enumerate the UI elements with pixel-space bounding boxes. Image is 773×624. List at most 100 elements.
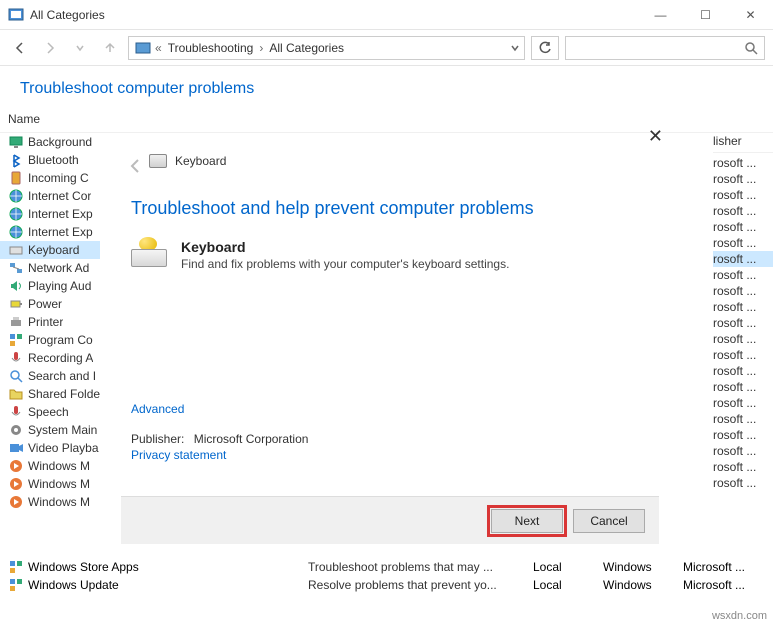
cancel-button[interactable]: Cancel: [573, 509, 645, 533]
recent-dropdown[interactable]: [68, 36, 92, 60]
publisher-cell: rosoft ...: [713, 459, 773, 475]
list-item[interactable]: Search and I: [0, 367, 100, 385]
list-item[interactable]: Power: [0, 295, 100, 313]
publisher-cell: rosoft ...: [713, 171, 773, 187]
column-name[interactable]: Name: [8, 112, 753, 126]
refresh-button[interactable]: [531, 36, 559, 60]
address-bar[interactable]: « Troubleshooting › All Categories: [128, 36, 525, 60]
wizard-heading: Troubleshoot and help prevent computer p…: [121, 168, 659, 239]
item-location: Windows: [603, 560, 683, 574]
list-item-label: Background: [28, 135, 92, 149]
publisher-cell: rosoft ...: [713, 427, 773, 443]
keyboard-large-icon: [131, 239, 167, 267]
item-description: Troubleshoot problems that may ...: [308, 560, 533, 574]
list-item-label: Speech: [28, 405, 69, 419]
list-item[interactable]: Windows M: [0, 493, 100, 511]
wizard-item-title: Keyboard: [181, 239, 246, 255]
list-item-label: Windows M: [28, 477, 90, 491]
next-button[interactable]: Next: [491, 509, 563, 533]
list-item[interactable]: Windows Update Resolve problems that prev…: [8, 576, 763, 594]
list-item-label: Shared Folde: [28, 387, 100, 401]
speaker-icon: [8, 278, 24, 294]
printer-icon: [8, 314, 24, 330]
wizard-item-description: Find and fix problems with your computer…: [181, 257, 509, 271]
minimize-button[interactable]: —: [638, 0, 683, 30]
publisher-cell: rosoft ...: [713, 363, 773, 379]
list-item-label: System Main: [28, 423, 97, 437]
item-category: Local: [533, 578, 603, 592]
list-item-label: Windows M: [28, 495, 90, 509]
item-publisher: Microsoft ...: [683, 560, 763, 574]
maximize-button[interactable]: ☐: [683, 0, 728, 30]
publisher-column: lisher rosoft ...rosoft ...rosoft ...ros…: [713, 133, 773, 511]
list-item-label: Printer: [28, 315, 63, 329]
close-button[interactable]: ✕: [728, 0, 773, 30]
app-icon: [8, 7, 24, 23]
list-item[interactable]: Printer: [0, 313, 100, 331]
item-name: Windows Update: [28, 578, 119, 592]
list-item[interactable]: Internet Cor: [0, 187, 100, 205]
breadcrumb-item[interactable]: All Categories: [267, 41, 346, 55]
list-item[interactable]: Internet Exp: [0, 223, 100, 241]
app-icon: [8, 332, 24, 348]
breadcrumb-item[interactable]: Troubleshooting: [166, 41, 256, 55]
item-location: Windows: [603, 578, 683, 592]
bluetooth-icon: [8, 152, 24, 168]
privacy-link[interactable]: Privacy statement: [131, 446, 308, 464]
publisher-cell: rosoft ...: [713, 219, 773, 235]
address-dropdown-icon[interactable]: [510, 43, 520, 53]
list-item[interactable]: Windows M: [0, 475, 100, 493]
advanced-link[interactable]: Advanced: [131, 400, 308, 418]
back-button[interactable]: [8, 36, 32, 60]
search-box[interactable]: [565, 36, 765, 60]
app-icon: [8, 577, 24, 593]
phone-icon: [8, 170, 24, 186]
monitor-icon: [8, 134, 24, 150]
list-item-label: Internet Exp: [28, 207, 93, 221]
list-item[interactable]: System Main: [0, 421, 100, 439]
item-description: Resolve problems that prevent yo...: [308, 578, 533, 592]
list-item[interactable]: Windows Store AppsTroubleshoot problems …: [8, 558, 763, 576]
list-item[interactable]: Playing Aud: [0, 277, 100, 295]
publisher-cell: rosoft ...: [713, 411, 773, 427]
list-item[interactable]: Incoming C: [0, 169, 100, 187]
list-item-label: Internet Cor: [28, 189, 91, 203]
navigation-bar: « Troubleshooting › All Categories: [0, 30, 773, 66]
list-item[interactable]: Video Playba: [0, 439, 100, 457]
list-item-label: Internet Exp: [28, 225, 93, 239]
column-publisher[interactable]: lisher: [713, 133, 773, 153]
network-icon: [8, 260, 24, 276]
globe-icon: [8, 224, 24, 240]
publisher-cell: rosoft ...: [713, 251, 773, 267]
up-button[interactable]: [98, 36, 122, 60]
list-item[interactable]: Background: [0, 133, 100, 151]
item-category: Local: [533, 560, 603, 574]
wizard-back-button: [126, 156, 146, 176]
app-icon: [8, 559, 24, 575]
wmp-icon: [8, 476, 24, 492]
keyboard-icon: [8, 242, 24, 258]
list-item[interactable]: Speech: [0, 403, 100, 421]
list-item[interactable]: Bluetooth: [0, 151, 100, 169]
publisher-cell: rosoft ...: [713, 267, 773, 283]
wizard-close-button[interactable]: ✕: [648, 126, 663, 147]
publisher-cell: rosoft ...: [713, 283, 773, 299]
list-item[interactable]: Windows M: [0, 457, 100, 475]
publisher-cell: rosoft ...: [713, 379, 773, 395]
controlpanel-icon: [135, 40, 151, 56]
list-item[interactable]: Internet Exp: [0, 205, 100, 223]
wizard-header-title: Keyboard: [175, 154, 226, 168]
list-item-label: Bluetooth: [28, 153, 79, 167]
globe-icon: [8, 206, 24, 222]
list-item[interactable]: Recording A: [0, 349, 100, 367]
search-icon: [744, 41, 758, 55]
list-item[interactable]: Network Ad: [0, 259, 100, 277]
forward-button[interactable]: [38, 36, 62, 60]
list-item[interactable]: Shared Folde: [0, 385, 100, 403]
keyboard-icon: [149, 154, 167, 168]
publisher-cell: rosoft ...: [713, 203, 773, 219]
list-item[interactable]: Program Co: [0, 331, 100, 349]
list-item[interactable]: Keyboard: [0, 241, 100, 259]
list-item-label: Network Ad: [28, 261, 89, 275]
mic-icon: [8, 350, 24, 366]
